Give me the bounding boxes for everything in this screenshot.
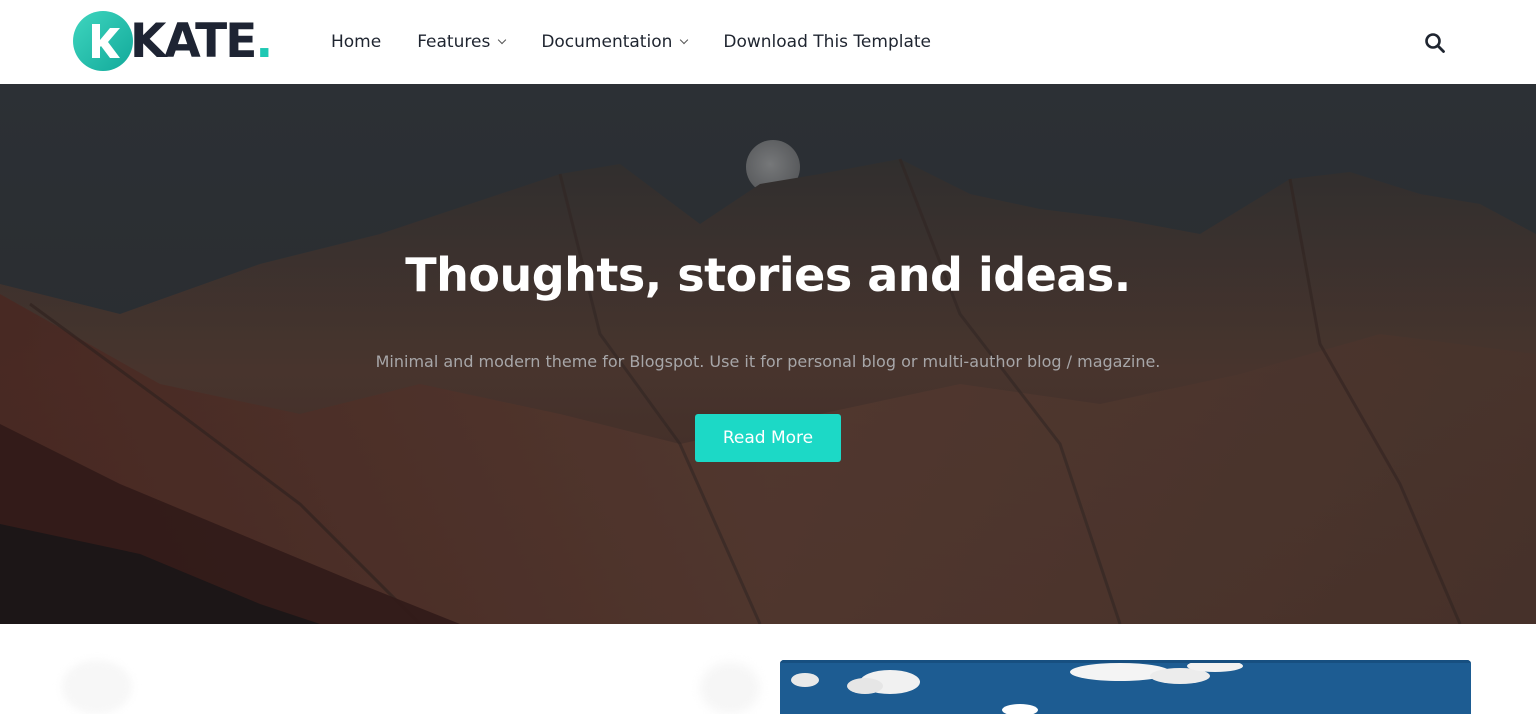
nav-item-label: Home	[331, 32, 382, 52]
chevron-down-icon	[498, 35, 507, 44]
sky-clouds-image	[780, 660, 1471, 714]
nav-item-download-template[interactable]: Download This Template	[723, 0, 931, 84]
nav-item-home[interactable]: Home	[331, 0, 381, 84]
logo-mark-icon	[73, 11, 133, 71]
site-logo[interactable]: KATE.	[72, 10, 286, 72]
logo-dot: .	[255, 13, 274, 69]
search-icon	[1425, 33, 1445, 53]
hero-subtitle: Minimal and modern theme for Blogspot. U…	[375, 352, 1161, 371]
nav-item-documentation[interactable]: Documentation	[541, 0, 689, 84]
chevron-down-icon	[680, 35, 689, 44]
logo-wordmark: KATE	[130, 13, 257, 69]
nav-item-label: Features	[417, 32, 491, 52]
nav-item-features[interactable]: Features	[417, 0, 507, 84]
post-thumbnail-placeholder	[62, 660, 132, 714]
read-more-button[interactable]: Read More	[695, 414, 841, 462]
nav-item-label: Download This Template	[723, 32, 931, 52]
nav-item-label: Documentation	[541, 32, 673, 52]
hero-title: Thoughts, stories and ideas.	[405, 248, 1131, 302]
main-nav: Home Features Documentation Download Thi…	[331, 0, 967, 84]
featured-post-image[interactable]	[780, 660, 1471, 714]
search-button[interactable]	[1424, 32, 1446, 54]
site-header: KATE. Home Features Documentation Downlo…	[0, 0, 1536, 84]
hero-banner: Thoughts, stories and ideas. Minimal and…	[0, 84, 1536, 624]
post-thumbnail-placeholder	[700, 662, 760, 714]
